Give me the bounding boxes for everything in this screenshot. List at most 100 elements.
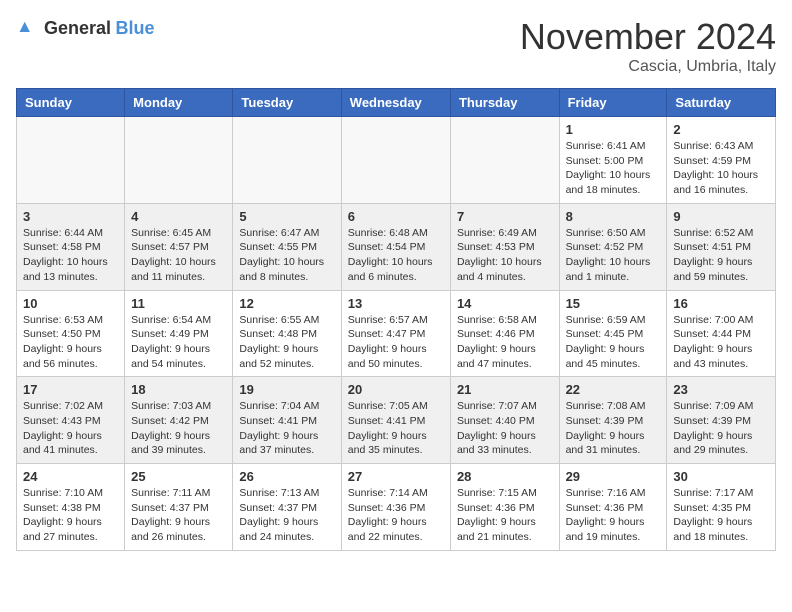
calendar-table: SundayMondayTuesdayWednesdayThursdayFrid… [16,88,776,551]
weekday-header-thursday: Thursday [450,89,559,117]
calendar-cell: 3 Sunrise: 6:44 AM Sunset: 4:58 PM Daylig… [17,203,125,290]
calendar-cell: 2 Sunrise: 6:43 AM Sunset: 4:59 PM Daylig… [667,117,776,204]
logo-icon: ▲ [16,16,40,40]
weekday-header-tuesday: Tuesday [233,89,341,117]
calendar-cell: 24 Sunrise: 7:10 AM Sunset: 4:38 PM Dayli… [17,464,125,551]
day-number: 5 [239,209,334,224]
weekday-header-friday: Friday [559,89,667,117]
day-info: Sunrise: 6:55 AM Sunset: 4:48 PM Dayligh… [239,313,334,372]
logo-wordmark: General Blue [44,18,155,39]
weekday-header-wednesday: Wednesday [341,89,450,117]
day-info: Sunrise: 7:11 AM Sunset: 4:37 PM Dayligh… [131,486,226,545]
day-number: 3 [23,209,118,224]
calendar-cell: 16Sunrise: 7:00 AM Sunset: 4:44 PM Dayli… [667,290,776,377]
day-number: 21 [457,382,553,397]
day-info: Sunrise: 6:50 AM Sunset: 4:52 PM Dayligh… [566,226,661,285]
calendar-cell: 28Sunrise: 7:15 AM Sunset: 4:36 PM Dayli… [450,464,559,551]
logo-general: General [44,18,111,38]
calendar-cell: 18Sunrise: 7:03 AM Sunset: 4:42 PM Dayli… [125,377,233,464]
day-number: 29 [566,469,661,484]
day-info: Sunrise: 7:16 AM Sunset: 4:36 PM Dayligh… [566,486,661,545]
calendar-cell [125,117,233,204]
calendar-cell: 5 Sunrise: 6:47 AM Sunset: 4:55 PM Daylig… [233,203,341,290]
day-number: 14 [457,296,553,311]
calendar-cell: 21 Sunrise: 7:07 AM Sunset: 4:40 PM Dayli… [450,377,559,464]
weekday-header-saturday: Saturday [667,89,776,117]
calendar-cell [450,117,559,204]
weekday-header-sunday: Sunday [17,89,125,117]
day-number: 4 [131,209,226,224]
calendar-cell: 19 Sunrise: 7:04 AM Sunset: 4:41 PM Dayli… [233,377,341,464]
day-info: Sunrise: 6:57 AM Sunset: 4:47 PM Dayligh… [348,313,444,372]
day-info: Sunrise: 6:59 AM Sunset: 4:45 PM Dayligh… [566,313,661,372]
day-info: Sunrise: 6:49 AM Sunset: 4:53 PM Dayligh… [457,226,553,285]
calendar-cell: 1 Sunrise: 6:41 AM Sunset: 5:00 PM Daylig… [559,117,667,204]
day-info: Sunrise: 6:48 AM Sunset: 4:54 PM Dayligh… [348,226,444,285]
calendar-cell: 7 Sunrise: 6:49 AM Sunset: 4:53 PM Daylig… [450,203,559,290]
calendar-cell [17,117,125,204]
day-number: 24 [23,469,118,484]
day-number: 16 [673,296,769,311]
calendar-body: 1 Sunrise: 6:41 AM Sunset: 5:00 PM Daylig… [17,117,776,551]
location: Cascia, Umbria, Italy [520,58,776,76]
day-number: 10 [23,296,118,311]
calendar-cell: 12 Sunrise: 6:55 AM Sunset: 4:48 PM Dayli… [233,290,341,377]
day-number: 1 [566,122,661,137]
day-info: Sunrise: 6:43 AM Sunset: 4:59 PM Dayligh… [673,139,769,198]
day-number: 19 [239,382,334,397]
calendar-cell: 23 Sunrise: 7:09 AM Sunset: 4:39 PM Dayli… [667,377,776,464]
day-info: Sunrise: 7:03 AM Sunset: 4:42 PM Dayligh… [131,399,226,458]
day-number: 12 [239,296,334,311]
calendar-cell [233,117,341,204]
calendar-cell: 15 Sunrise: 6:59 AM Sunset: 4:45 PM Dayli… [559,290,667,377]
day-number: 22 [566,382,661,397]
day-info: Sunrise: 6:41 AM Sunset: 5:00 PM Dayligh… [566,139,661,198]
day-number: 7 [457,209,553,224]
title-block: November 2024 Cascia, Umbria, Italy [520,16,776,76]
day-info: Sunrise: 7:04 AM Sunset: 4:41 PM Dayligh… [239,399,334,458]
calendar-cell: 22 Sunrise: 7:08 AM Sunset: 4:39 PM Dayli… [559,377,667,464]
day-info: Sunrise: 6:44 AM Sunset: 4:58 PM Dayligh… [23,226,118,285]
day-info: Sunrise: 7:10 AM Sunset: 4:38 PM Dayligh… [23,486,118,545]
day-info: Sunrise: 7:15 AM Sunset: 4:36 PM Dayligh… [457,486,553,545]
day-info: Sunrise: 7:08 AM Sunset: 4:39 PM Dayligh… [566,399,661,458]
calendar-cell: 26 Sunrise: 7:13 AM Sunset: 4:37 PM Dayli… [233,464,341,551]
day-info: Sunrise: 6:58 AM Sunset: 4:46 PM Dayligh… [457,313,553,372]
logo: ▲ General Blue [16,16,155,40]
day-number: 15 [566,296,661,311]
day-info: Sunrise: 6:47 AM Sunset: 4:55 PM Dayligh… [239,226,334,285]
day-info: Sunrise: 7:17 AM Sunset: 4:35 PM Dayligh… [673,486,769,545]
day-number: 9 [673,209,769,224]
calendar-cell: 10Sunrise: 6:53 AM Sunset: 4:50 PM Dayli… [17,290,125,377]
calendar-week-row: 1 Sunrise: 6:41 AM Sunset: 5:00 PM Daylig… [17,117,776,204]
calendar-cell: 6 Sunrise: 6:48 AM Sunset: 4:54 PM Daylig… [341,203,450,290]
day-number: 26 [239,469,334,484]
day-number: 11 [131,296,226,311]
svg-text:▲: ▲ [16,16,33,36]
day-number: 23 [673,382,769,397]
day-number: 6 [348,209,444,224]
calendar-cell: 27 Sunrise: 7:14 AM Sunset: 4:36 PM Dayli… [341,464,450,551]
day-number: 30 [673,469,769,484]
calendar-cell: 13 Sunrise: 6:57 AM Sunset: 4:47 PM Dayli… [341,290,450,377]
day-number: 2 [673,122,769,137]
day-info: Sunrise: 7:05 AM Sunset: 4:41 PM Dayligh… [348,399,444,458]
calendar-week-row: 10Sunrise: 6:53 AM Sunset: 4:50 PM Dayli… [17,290,776,377]
page-header: ▲ General Blue November 2024 Cascia, Umb… [16,16,776,76]
calendar-week-row: 24 Sunrise: 7:10 AM Sunset: 4:38 PM Dayli… [17,464,776,551]
calendar-cell: 30 Sunrise: 7:17 AM Sunset: 4:35 PM Dayli… [667,464,776,551]
day-info: Sunrise: 7:07 AM Sunset: 4:40 PM Dayligh… [457,399,553,458]
day-info: Sunrise: 7:13 AM Sunset: 4:37 PM Dayligh… [239,486,334,545]
day-info: Sunrise: 7:14 AM Sunset: 4:36 PM Dayligh… [348,486,444,545]
calendar-cell: 4Sunrise: 6:45 AM Sunset: 4:57 PM Daylig… [125,203,233,290]
calendar-cell: 17Sunrise: 7:02 AM Sunset: 4:43 PM Dayli… [17,377,125,464]
day-number: 27 [348,469,444,484]
day-info: Sunrise: 6:52 AM Sunset: 4:51 PM Dayligh… [673,226,769,285]
day-number: 13 [348,296,444,311]
calendar-cell [341,117,450,204]
day-info: Sunrise: 7:02 AM Sunset: 4:43 PM Dayligh… [23,399,118,458]
calendar-week-row: 17Sunrise: 7:02 AM Sunset: 4:43 PM Dayli… [17,377,776,464]
calendar-cell: 29 Sunrise: 7:16 AM Sunset: 4:36 PM Dayli… [559,464,667,551]
day-info: Sunrise: 7:09 AM Sunset: 4:39 PM Dayligh… [673,399,769,458]
day-number: 25 [131,469,226,484]
